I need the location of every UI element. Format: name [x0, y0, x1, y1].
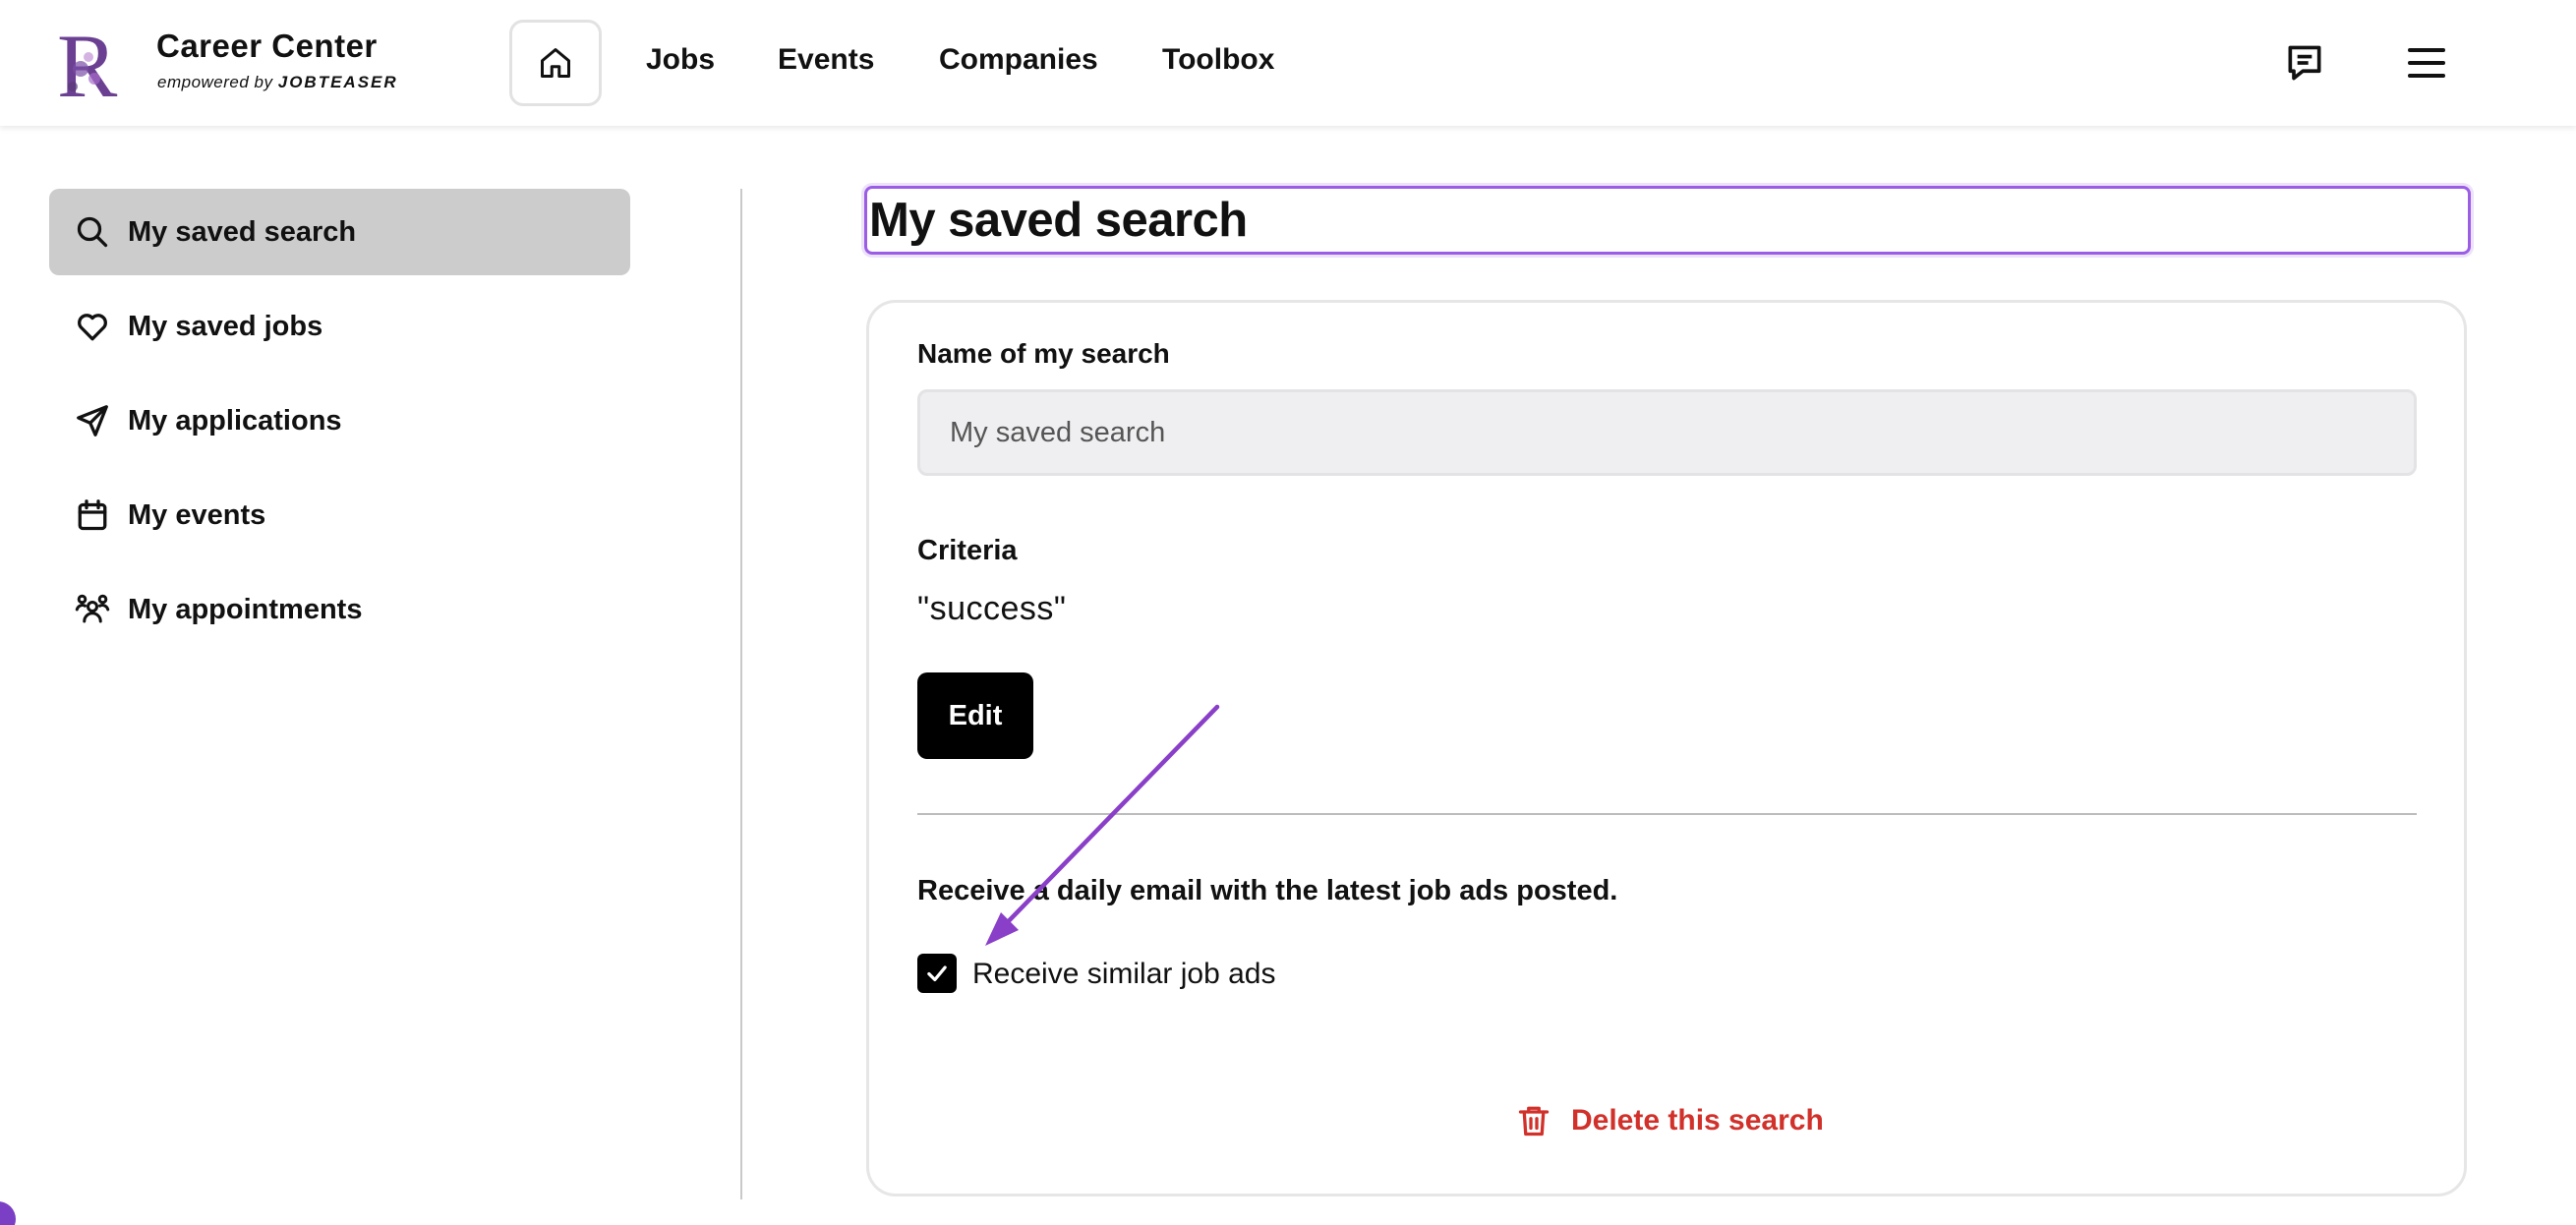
sidebar-item-label: My saved jobs	[128, 310, 323, 342]
sidebar-item-label: My saved search	[128, 215, 357, 248]
nav-events[interactable]: Events	[778, 43, 874, 77]
sidebar-item-label: My appointments	[128, 593, 363, 625]
send-icon	[73, 401, 112, 440]
criteria-label: Criteria	[917, 535, 1018, 566]
people-icon	[73, 590, 112, 629]
checkmark-icon	[927, 965, 947, 982]
sidebar-item-saved-jobs[interactable]: My saved jobs	[49, 283, 630, 370]
sidebar-divider	[740, 189, 742, 1199]
similar-job-ads-checkbox[interactable]	[917, 954, 957, 993]
logo-title: Career Center	[156, 28, 378, 64]
criteria-value: "success"	[917, 590, 1067, 627]
edit-button[interactable]: Edit	[917, 672, 1033, 759]
delete-search-label: Delete this search	[1571, 1104, 1824, 1137]
logo-subtitle-brand: JOBTEASER	[277, 73, 398, 91]
trash-icon	[1514, 1101, 1553, 1140]
page-title-focus-box: My saved search	[864, 186, 2471, 255]
corner-decoration	[0, 1201, 16, 1225]
nav-toolbox[interactable]: Toolbox	[1162, 43, 1274, 77]
search-name-input[interactable]	[917, 389, 2417, 476]
similar-job-ads-label[interactable]: Receive similar job ads	[972, 958, 1275, 991]
home-button[interactable]	[509, 20, 602, 106]
chat-button[interactable]	[2281, 39, 2328, 87]
hamburger-menu-icon	[2408, 48, 2445, 78]
page: R Career Center empowered by JOBTEASER J…	[0, 0, 2576, 1225]
logo-icon[interactable]: R	[51, 16, 138, 116]
chat-icon	[2288, 45, 2321, 81]
section-divider	[917, 813, 2417, 815]
sidebar-item-applications[interactable]: My applications	[49, 378, 630, 464]
nav-jobs[interactable]: Jobs	[646, 43, 715, 77]
sidebar-item-saved-search[interactable]: My saved search	[49, 189, 630, 275]
logo-subtitle: empowered by JOBTEASER	[157, 73, 398, 92]
hamburger-menu-button[interactable]	[2403, 39, 2450, 87]
delete-search-button[interactable]: Delete this search	[1514, 1099, 1824, 1142]
sidebar-item-label: My events	[128, 498, 266, 531]
svg-text:R: R	[57, 18, 118, 108]
search-name-label: Name of my search	[917, 338, 1170, 369]
sidebar-item-label: My applications	[128, 404, 342, 437]
top-header: R Career Center empowered by JOBTEASER J…	[0, 0, 2576, 126]
nav-companies[interactable]: Companies	[939, 43, 1098, 77]
daily-email-text: Receive a daily email with the latest jo…	[917, 875, 1618, 906]
home-icon	[541, 48, 570, 78]
search-icon	[73, 212, 112, 252]
sidebar-item-appointments[interactable]: My appointments	[49, 566, 630, 653]
heart-icon	[73, 307, 112, 346]
sidebar-item-events[interactable]: My events	[49, 472, 630, 558]
calendar-icon	[73, 496, 112, 535]
page-title: My saved search	[869, 194, 1248, 247]
logo-subtitle-prefix: empowered by	[157, 73, 273, 91]
